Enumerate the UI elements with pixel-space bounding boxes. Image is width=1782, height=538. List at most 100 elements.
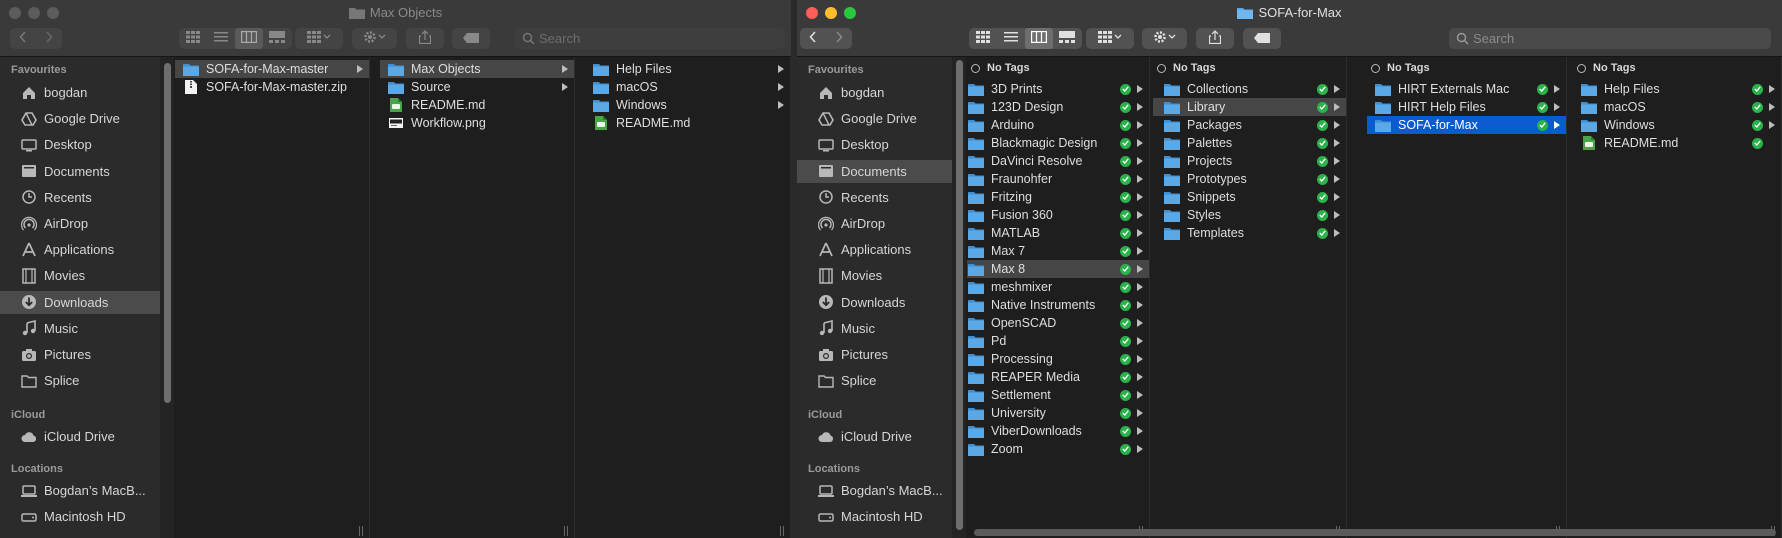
group-button[interactable] <box>1086 28 1134 49</box>
folder-row[interactable]: HIRT Help Files <box>1367 98 1566 116</box>
folder-row[interactable]: Help Files <box>1573 80 1781 98</box>
sidebar-item-google-drive[interactable]: Google Drive <box>797 107 952 130</box>
sidebar-item-bogdan[interactable]: bogdan <box>797 81 952 104</box>
share-button[interactable] <box>406 28 444 49</box>
sidebar-item-documents[interactable]: Documents <box>0 160 160 183</box>
tags-button[interactable] <box>452 28 490 49</box>
sidebar-item-splice[interactable]: Splice <box>797 369 952 392</box>
file-row[interactable]: README.md <box>380 96 574 114</box>
sidebar-item-splice[interactable]: Splice <box>0 369 160 392</box>
gallery-view-button[interactable] <box>1053 28 1081 49</box>
sidebar-item-pictures[interactable]: Pictures <box>797 343 952 366</box>
folder-row[interactable]: Palettes <box>1153 134 1346 152</box>
folder-row[interactable]: meshmixer <box>967 278 1149 296</box>
folder-row[interactable]: Processing <box>967 350 1149 368</box>
folder-row[interactable]: HIRT Externals Mac <box>1367 80 1566 98</box>
back-button[interactable] <box>800 28 826 49</box>
folder-row[interactable]: Templates <box>1153 224 1346 242</box>
folder-row[interactable]: Windows <box>585 96 790 114</box>
folder-row[interactable]: SOFA-for-Max <box>1367 116 1566 134</box>
folder-row[interactable]: Pd <box>967 332 1149 350</box>
sidebar-item-music[interactable]: Music <box>0 317 160 340</box>
folder-row[interactable]: Source <box>380 78 574 96</box>
list-view-button[interactable] <box>997 28 1025 49</box>
folder-row[interactable]: University <box>967 404 1149 422</box>
search-field[interactable]: Search <box>515 28 785 49</box>
folder-row[interactable]: Fusion 360 <box>967 206 1149 224</box>
folder-row[interactable]: Prototypes <box>1153 170 1346 188</box>
search-field[interactable]: Search <box>1449 28 1771 49</box>
sidebar-item-airdrop[interactable]: AirDrop <box>797 212 952 235</box>
horizontal-scroll-thumb[interactable] <box>974 529 1776 536</box>
folder-row[interactable]: Packages <box>1153 116 1346 134</box>
sidebar-item-bogdan-s-macb[interactable]: Bogdan’s MacB... <box>0 479 160 502</box>
sidebar-item-applications[interactable]: Applications <box>797 238 952 261</box>
file-row[interactable]: Workflow.png <box>380 114 574 132</box>
folder-row[interactable]: Max Objects <box>380 60 574 78</box>
icon-view-button[interactable] <box>179 28 207 49</box>
folder-row[interactable]: Settlement <box>967 386 1149 404</box>
folder-row[interactable]: OpenSCAD <box>967 314 1149 332</box>
sidebar-item-pictures[interactable]: Pictures <box>0 343 160 366</box>
sidebar-item-desktop[interactable]: Desktop <box>797 133 952 156</box>
folder-row[interactable]: Library <box>1153 98 1346 116</box>
folder-row[interactable]: Blackmagic Design <box>967 134 1149 152</box>
folder-row[interactable]: Fritzing <box>967 188 1149 206</box>
folder-row[interactable]: Native Instruments <box>967 296 1149 314</box>
group-button[interactable] <box>295 28 343 49</box>
icon-view-button[interactable] <box>969 28 997 49</box>
folder-row[interactable]: Max 8 <box>967 260 1149 278</box>
sidebar-item-recents[interactable]: Recents <box>797 186 952 209</box>
sidebar-item-icloud-drive[interactable]: iCloud Drive <box>0 425 160 448</box>
sidebar-item-documents[interactable]: Documents <box>797 159 952 183</box>
sidebar-scrollbar[interactable] <box>952 57 966 538</box>
forward-button[interactable] <box>826 28 852 49</box>
sidebar-item-movies[interactable]: Movies <box>797 264 952 287</box>
action-button[interactable] <box>1142 28 1187 49</box>
column-resize-handle[interactable] <box>779 524 785 538</box>
folder-row[interactable]: Help Files <box>585 60 790 78</box>
action-button[interactable] <box>352 28 397 49</box>
file-row[interactable]: README.md <box>585 114 790 132</box>
share-button[interactable] <box>1196 28 1234 49</box>
folder-row[interactable]: REAPER Media <box>967 368 1149 386</box>
sidebar-item-downloads[interactable]: Downloads <box>797 291 952 314</box>
sidebar-scroll-thumb[interactable] <box>956 60 963 530</box>
column-resize-handle[interactable] <box>358 524 364 538</box>
folder-row[interactable]: DaVinci Resolve <box>967 152 1149 170</box>
folder-row[interactable]: ViberDownloads <box>967 422 1149 440</box>
folder-row[interactable]: Windows <box>1573 116 1781 134</box>
folder-row[interactable]: MATLAB <box>967 224 1149 242</box>
sidebar-item-applications[interactable]: Applications <box>0 238 160 261</box>
sidebar-item-downloads[interactable]: Downloads <box>0 290 160 314</box>
column-view-button[interactable] <box>1025 28 1053 49</box>
folder-row[interactable]: Projects <box>1153 152 1346 170</box>
sidebar-item-airdrop[interactable]: AirDrop <box>0 212 160 235</box>
sidebar-item-music[interactable]: Music <box>797 317 952 340</box>
folder-row[interactable]: macOS <box>1573 98 1781 116</box>
back-button[interactable] <box>10 28 36 49</box>
folder-row[interactable]: Max 7 <box>967 242 1149 260</box>
list-view-button[interactable] <box>207 28 235 49</box>
folder-row[interactable]: Collections <box>1153 80 1346 98</box>
sidebar-item-bogdan[interactable]: bogdan <box>0 81 160 104</box>
file-row[interactable]: SOFA-for-Max-master.zip <box>175 78 369 96</box>
folder-row[interactable]: Snippets <box>1153 188 1346 206</box>
file-row[interactable]: README.md <box>1573 134 1781 152</box>
folder-row[interactable]: 3D Prints <box>967 80 1149 98</box>
column-view-button[interactable] <box>235 28 263 49</box>
forward-button[interactable] <box>36 28 62 49</box>
folder-row[interactable]: Zoom <box>967 440 1149 458</box>
folder-row[interactable]: SOFA-for-Max-master <box>175 60 369 78</box>
sidebar-item-bogdan-s-macb[interactable]: Bogdan’s MacB... <box>797 479 952 502</box>
sidebar-scroll-thumb[interactable] <box>164 63 171 403</box>
column-resize-handle[interactable] <box>563 524 569 538</box>
sidebar-item-icloud-drive[interactable]: iCloud Drive <box>797 425 952 448</box>
sidebar-item-desktop[interactable]: Desktop <box>0 133 160 156</box>
sidebar-item-macintosh-hd[interactable]: Macintosh HD <box>0 505 160 528</box>
tags-button[interactable] <box>1243 28 1281 49</box>
folder-row[interactable]: Fraunohfer <box>967 170 1149 188</box>
folder-row[interactable]: Styles <box>1153 206 1346 224</box>
folder-row[interactable]: macOS <box>585 78 790 96</box>
sidebar-item-macintosh-hd[interactable]: Macintosh HD <box>797 505 952 528</box>
